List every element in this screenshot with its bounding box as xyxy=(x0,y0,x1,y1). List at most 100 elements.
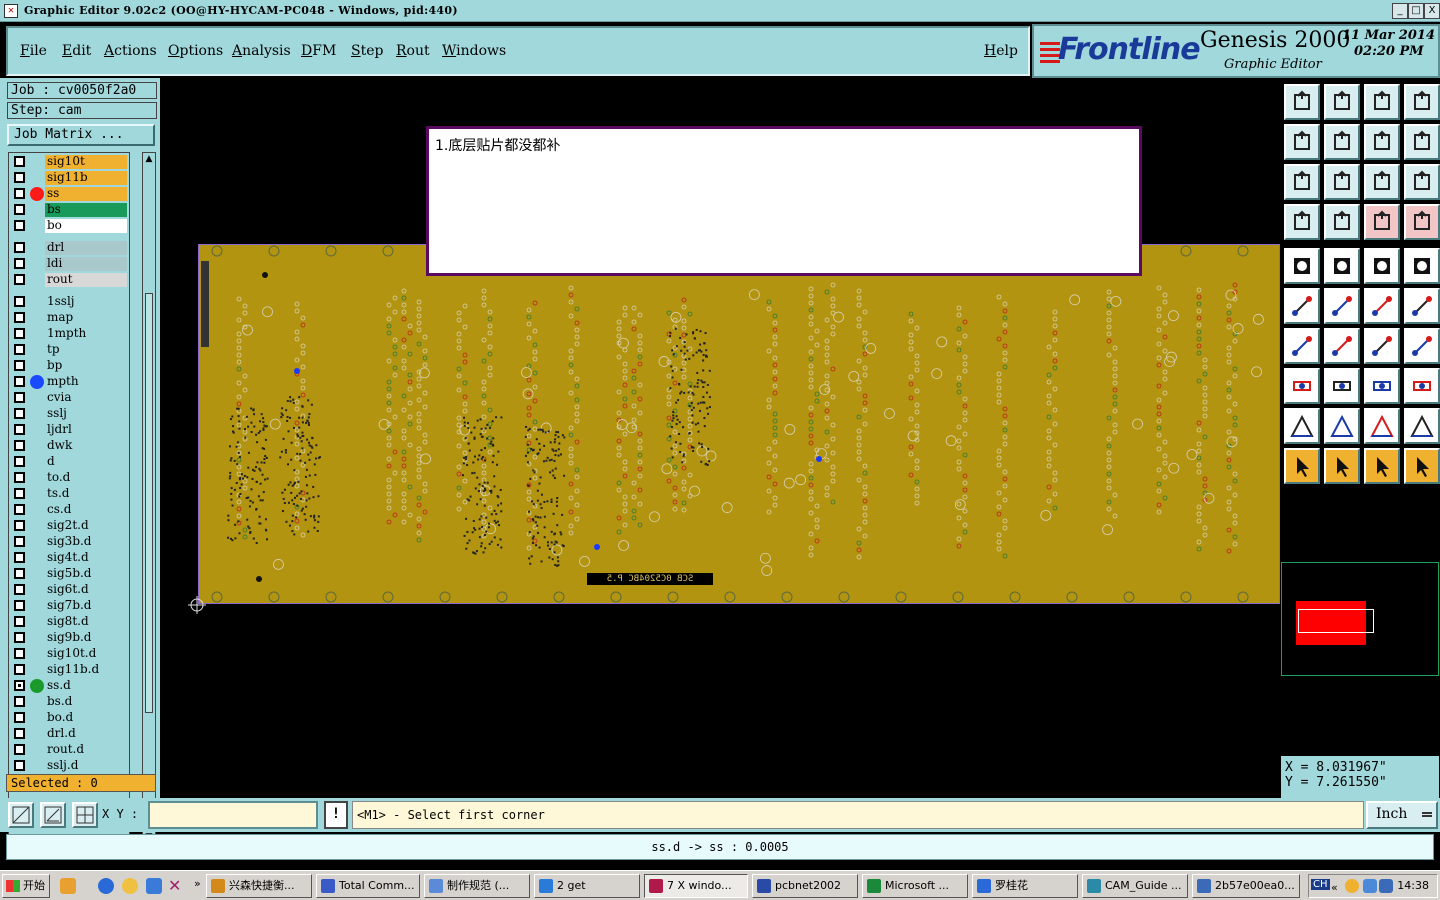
layer-row[interactable]: mpth xyxy=(9,375,129,389)
app-icon[interactable]: ✕ xyxy=(4,4,18,18)
layer-display-dot[interactable] xyxy=(30,679,44,693)
arrow-up-bold-icon[interactable] xyxy=(1364,408,1400,444)
layer-name[interactable]: ss xyxy=(45,187,127,201)
tools-icon[interactable] xyxy=(1284,204,1320,240)
layer-name[interactable]: ldi xyxy=(45,257,127,271)
layer-row[interactable]: sig11b xyxy=(9,171,129,185)
layer-checkbox[interactable] xyxy=(14,472,25,483)
layer-checkbox[interactable] xyxy=(14,456,25,467)
snap-angle-icon[interactable] xyxy=(40,802,66,828)
layer-row[interactable]: bs xyxy=(9,203,129,217)
outline-icon[interactable] xyxy=(1324,248,1360,284)
menu-edit[interactable]: Edit xyxy=(62,43,91,59)
taskbar-item[interactable]: 7 X windo... xyxy=(644,874,748,898)
layer-checkbox[interactable] xyxy=(14,242,25,253)
zoom-right-icon[interactable] xyxy=(1324,124,1360,160)
layer-checkbox[interactable] xyxy=(14,440,25,451)
close-button[interactable]: X xyxy=(1424,3,1440,19)
layer-row[interactable]: to.d xyxy=(9,471,129,485)
minus-icon[interactable] xyxy=(1324,368,1360,404)
one-to-one-icon[interactable] xyxy=(1364,164,1400,200)
layer-checkbox[interactable] xyxy=(14,296,25,307)
layer-name[interactable]: mpth xyxy=(45,375,127,389)
layer-checkbox[interactable] xyxy=(14,172,25,183)
menu-options[interactable]: Options xyxy=(168,43,223,59)
zoom-left-icon[interactable] xyxy=(1284,124,1320,160)
xy-input[interactable] xyxy=(148,801,318,829)
layer-row[interactable]: sig3b.d xyxy=(9,535,129,549)
layer-name[interactable]: ss.d xyxy=(45,679,127,693)
layer-checkbox[interactable] xyxy=(14,600,25,611)
layer-row[interactable]: bo.d xyxy=(9,711,129,725)
snap-red-icon[interactable] xyxy=(1364,204,1400,240)
undo-icon[interactable] xyxy=(1364,124,1400,160)
layer-name[interactable]: bp xyxy=(45,359,127,373)
ff-icon[interactable] xyxy=(1404,328,1440,364)
layer-checkbox[interactable] xyxy=(14,376,25,387)
layer-name[interactable]: d xyxy=(45,455,127,469)
layer-row[interactable]: ldi xyxy=(9,257,129,271)
volume-icon[interactable] xyxy=(1379,879,1393,893)
layer-row[interactable]: bs.d xyxy=(9,695,129,709)
overview-window[interactable] xyxy=(1281,562,1439,676)
taskbar-item[interactable]: 2 get xyxy=(534,874,640,898)
taskbar-item[interactable]: 兴森快捷衡... xyxy=(206,874,312,898)
layer-name[interactable]: 1sslj xyxy=(45,295,127,309)
menu-rout[interactable]: Rout xyxy=(396,43,430,59)
line-node-red-icon[interactable] xyxy=(1404,288,1440,324)
layer-checkbox[interactable] xyxy=(14,312,25,323)
taskbar-item[interactable]: Total Comm... xyxy=(316,874,420,898)
layer-checkbox[interactable] xyxy=(14,220,25,231)
clock-app-icon[interactable] xyxy=(122,878,138,894)
pointer-square-icon[interactable] xyxy=(1324,448,1360,484)
fit-profile-icon[interactable] xyxy=(1324,164,1360,200)
layer-row[interactable]: bp xyxy=(9,359,129,373)
snap-red2-icon[interactable] xyxy=(1404,204,1440,240)
layer-row[interactable]: sig10t xyxy=(9,155,129,169)
layer-name[interactable]: sslj.d xyxy=(45,759,127,773)
fit-window-icon[interactable] xyxy=(1284,164,1320,200)
layer-checkbox[interactable] xyxy=(14,392,25,403)
snap-corner-icon[interactable] xyxy=(8,802,34,828)
scroll-up-icon[interactable]: ▲ xyxy=(143,153,155,165)
layer-row[interactable]: ts.d xyxy=(9,487,129,501)
layer-name[interactable]: sig2t.d xyxy=(45,519,127,533)
layer-checkbox[interactable] xyxy=(14,156,25,167)
tray-expand-icon[interactable]: « xyxy=(1331,881,1338,894)
layer-checkbox[interactable] xyxy=(14,520,25,531)
taskbar-item[interactable]: CAM_Guide ... xyxy=(1082,874,1188,898)
pads-icon[interactable] xyxy=(1404,368,1440,404)
layer-row[interactable]: ljdrl xyxy=(9,423,129,437)
grid-icon[interactable] xyxy=(1324,204,1360,240)
start-button[interactable]: 开始 xyxy=(2,874,50,898)
minimize-button[interactable]: _ xyxy=(1392,3,1408,19)
nodes-icon[interactable] xyxy=(1284,288,1320,324)
curve-icon[interactable] xyxy=(1364,328,1400,364)
menu-file[interactable]: File xyxy=(20,43,47,59)
layer-name[interactable]: drl.d xyxy=(45,727,127,741)
ie-icon[interactable] xyxy=(98,878,114,894)
layer-name[interactable]: sig8t.d xyxy=(45,615,127,629)
layer-checkbox[interactable] xyxy=(14,568,25,579)
layer-row[interactable]: drl xyxy=(9,241,129,255)
job-matrix-button[interactable]: Job Matrix ... xyxy=(7,124,155,146)
layer-row[interactable]: bo xyxy=(9,219,129,233)
layer-row[interactable]: sig8t.d xyxy=(9,615,129,629)
layer-row[interactable]: sslj.d xyxy=(9,759,129,773)
layer-name[interactable]: to.d xyxy=(45,471,127,485)
layer-checkbox[interactable] xyxy=(14,258,25,269)
overview-viewport[interactable] xyxy=(1298,609,1374,633)
graphic-canvas[interactable]: SCB 0C5204BC P.5 1.底层贴片都没都补 xyxy=(160,80,1280,798)
layer-checkbox[interactable] xyxy=(14,664,25,675)
home-down-icon[interactable] xyxy=(1324,84,1360,120)
layer-row[interactable]: sig5b.d xyxy=(9,567,129,581)
layer-row[interactable]: tp xyxy=(9,343,129,357)
layer-checkbox[interactable] xyxy=(14,504,25,515)
layer-display-dot[interactable] xyxy=(30,375,44,389)
browser-icon[interactable] xyxy=(146,878,162,894)
layer-checkbox[interactable] xyxy=(14,274,25,285)
layer-display-dot[interactable] xyxy=(30,187,44,201)
layer-checkbox[interactable] xyxy=(14,648,25,659)
pointer-icon[interactable] xyxy=(1284,448,1320,484)
layer-row[interactable]: sig2t.d xyxy=(9,519,129,533)
